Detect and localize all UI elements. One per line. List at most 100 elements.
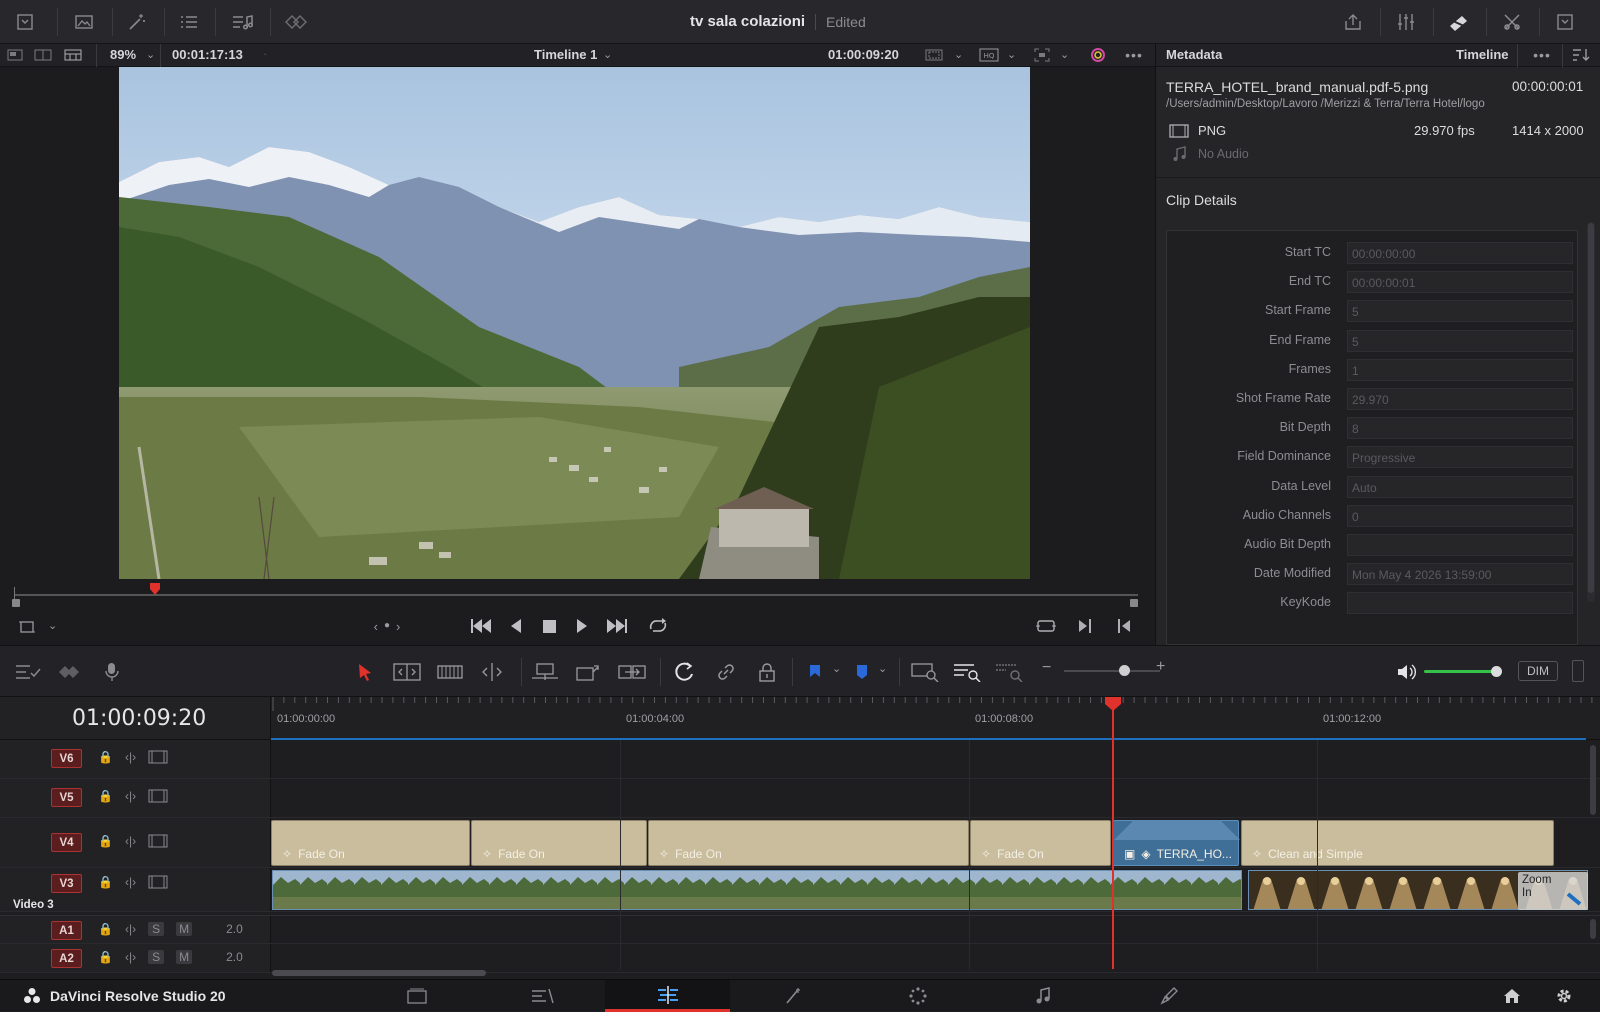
zoom-level[interactable]: 89% <box>110 47 136 62</box>
timeline-view-options-icon[interactable] <box>14 661 42 683</box>
effects-wand-icon[interactable] <box>112 0 162 44</box>
timeline-playhead-head[interactable] <box>1105 697 1121 711</box>
jog-control[interactable]: ‹ ● › <box>364 616 410 636</box>
track-v6-label[interactable]: V6 <box>51 749 82 768</box>
metadata-field-value[interactable]: 1 <box>1347 358 1573 381</box>
track-v3-name[interactable]: Video 3 <box>13 899 54 911</box>
metadata-icon[interactable] <box>1434 0 1484 44</box>
blade-edit-icon[interactable] <box>478 661 506 683</box>
color-page-icon[interactable] <box>855 980 980 1012</box>
audio-tracks-scrollbar[interactable] <box>1590 919 1596 939</box>
safe-area-chevron-icon[interactable]: ⌄ <box>954 48 963 61</box>
selection-arrow-icon[interactable] <box>354 661 376 683</box>
trim-edit-icon[interactable] <box>392 661 422 683</box>
metadata-field-value[interactable]: 5 <box>1347 300 1573 323</box>
flag-icon[interactable] <box>805 661 825 683</box>
zoom-custom-icon[interactable] <box>994 661 1024 683</box>
replace-clip-icon[interactable] <box>616 661 648 683</box>
track-a1-solo-button[interactable]: S <box>148 922 165 936</box>
fairlight-page-icon[interactable] <box>980 980 1105 1012</box>
metadata-field-value[interactable]: 00:00:00:00 <box>1347 242 1573 264</box>
track-v4-visibility-icon[interactable] <box>148 834 168 848</box>
track-a1-lock-icon[interactable]: 🔒 <box>98 922 113 936</box>
linked-selection-icon[interactable] <box>714 661 738 683</box>
fusion-page-icon[interactable] <box>730 980 855 1012</box>
track-a2-auto-select-icon[interactable]: ‹|› <box>125 950 136 964</box>
settings-gear-icon[interactable] <box>1552 986 1576 1006</box>
position-lock-icon[interactable] <box>755 661 779 683</box>
edit-index-icon[interactable] <box>164 0 214 44</box>
single-viewer-icon[interactable] <box>6 47 24 63</box>
viewer-scrubber-track[interactable] <box>14 594 1138 596</box>
track-v6-lock-icon[interactable]: 🔒 <box>98 750 113 764</box>
match-frame-icon[interactable] <box>1034 615 1058 637</box>
deliver-page-icon[interactable] <box>1106 980 1231 1012</box>
dynamic-trim-icon[interactable] <box>436 661 464 683</box>
transitions-diamond-icon[interactable] <box>56 661 84 683</box>
mixer-icon[interactable] <box>1381 0 1431 44</box>
loop-icon[interactable] <box>646 615 670 637</box>
cut-page-icon[interactable] <box>480 980 605 1012</box>
media-page-icon[interactable] <box>354 980 479 1012</box>
marker-chevron-icon[interactable]: ⌄ <box>878 662 887 675</box>
voiceover-mic-icon[interactable] <box>100 661 124 683</box>
landscape-video-clip[interactable] <box>272 870 1242 910</box>
dim-button[interactable]: DIM <box>1518 661 1558 681</box>
track-a1-mute-button[interactable]: M <box>176 922 193 936</box>
clean-and-simple-clip[interactable]: ✧ Clean and Simple <box>1241 820 1554 866</box>
timeline-zoom-knob[interactable] <box>1118 665 1130 676</box>
snapping-icon[interactable] <box>673 661 697 683</box>
media-image-icon[interactable] <box>59 0 109 44</box>
hq-chevron-icon[interactable]: ⌄ <box>1007 48 1016 61</box>
timeline-zoom-slider[interactable] <box>1064 670 1160 672</box>
track-v5-visibility-icon[interactable] <box>148 789 168 803</box>
track-v5-auto-select-icon[interactable]: ‹|› <box>125 789 136 803</box>
zoom-in-transition[interactable]: Zoom In <box>1518 872 1588 910</box>
timeline-view-icon[interactable] <box>63 47 83 63</box>
viewer-options-more-icon[interactable]: ••• <box>1122 46 1146 64</box>
go-to-end-icon[interactable] <box>604 615 630 637</box>
marker-icon[interactable] <box>852 661 872 683</box>
flag-chevron-icon[interactable]: ⌄ <box>832 662 841 675</box>
crop-chevron-icon[interactable]: ⌄ <box>48 619 57 632</box>
overlay-chevron-icon[interactable]: ⌄ <box>1060 48 1069 61</box>
zoom-out-icon[interactable]: − <box>1042 659 1051 677</box>
track-v4-label[interactable]: V4 <box>51 833 82 852</box>
metadata-field-value[interactable] <box>1347 534 1573 556</box>
scrubber-out-handle[interactable] <box>1130 599 1138 607</box>
previous-edit-icon[interactable] <box>1114 615 1134 637</box>
track-v6-auto-select-icon[interactable]: ‹|› <box>125 750 136 764</box>
export-icon[interactable] <box>1328 0 1378 44</box>
metadata-field-value[interactable]: 00:00:00:01 <box>1347 271 1573 294</box>
sort-icon[interactable] <box>1570 47 1592 63</box>
viewer-playhead[interactable] <box>149 583 160 595</box>
track-a1-auto-select-icon[interactable]: ‹|› <box>125 922 136 936</box>
stop-icon[interactable] <box>539 615 559 637</box>
track-v3-auto-select-icon[interactable]: ‹|› <box>125 875 136 889</box>
track-v5-lock-icon[interactable]: 🔒 <box>98 789 113 803</box>
track-a2-label[interactable]: A2 <box>51 949 82 968</box>
metadata-field-value[interactable]: Progressive <box>1347 446 1573 469</box>
video-tracks-scrollbar[interactable] <box>1590 745 1596 815</box>
track-a2-solo-button[interactable]: S <box>148 950 165 964</box>
metadata-field-value[interactable]: Mon May 4 2026 13:59:00 <box>1347 563 1573 586</box>
volume-knob[interactable] <box>1491 666 1503 677</box>
transitions-icon[interactable] <box>272 0 322 44</box>
dual-viewer-icon[interactable] <box>33 47 53 63</box>
metadata-field-value[interactable]: 29.970 <box>1347 388 1573 410</box>
metadata-field-value[interactable]: 5 <box>1347 329 1573 352</box>
track-v3-lock-icon[interactable]: 🔒 <box>98 875 113 889</box>
track-a1-label[interactable]: A1 <box>51 921 82 940</box>
hq-playback-icon[interactable]: HQ <box>978 47 1000 63</box>
track-a2-mute-button[interactable]: M <box>176 950 193 964</box>
metadata-source-selector[interactable]: Timeline <box>1456 47 1509 62</box>
timeline-ruler[interactable]: 01:00:00:00 01:00:04:00 01:00:08:00 01:0… <box>271 697 1600 740</box>
next-edit-icon[interactable] <box>1075 615 1095 637</box>
audio-meter-toggle[interactable] <box>1572 660 1584 682</box>
terra-hotel-logo-clip[interactable]: ▣ ◈ TERRA_HO... <box>1113 820 1240 866</box>
inspector-icon[interactable] <box>1487 0 1537 44</box>
media-pool-toggle-icon[interactable] <box>0 0 50 44</box>
clip-details-section-title[interactable]: Clip Details <box>1166 192 1237 208</box>
fade-on-clip-4[interactable]: ✧ Fade On <box>970 820 1111 866</box>
zoom-in-icon[interactable]: + <box>1156 658 1165 676</box>
